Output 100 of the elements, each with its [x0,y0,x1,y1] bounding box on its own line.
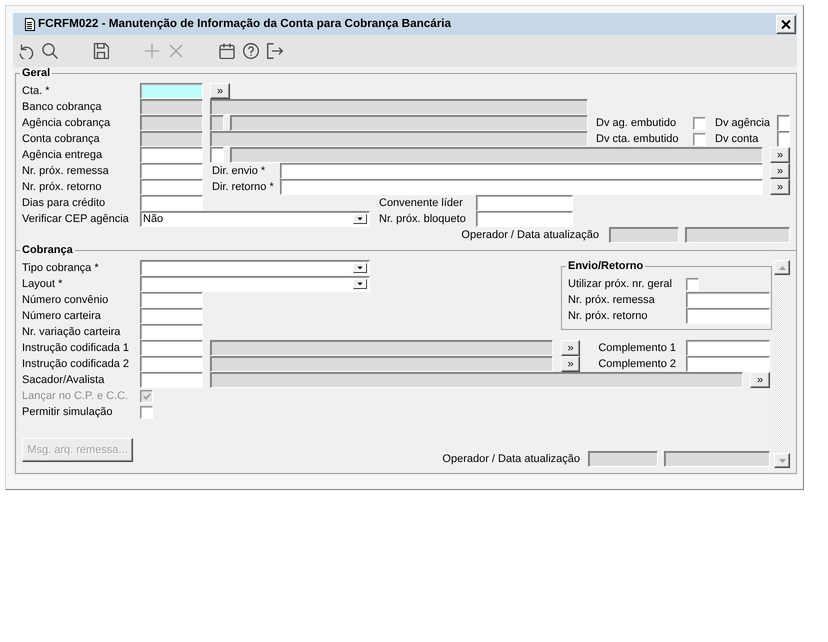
text-field[interactable] [210,356,553,372]
text-field[interactable] [230,115,588,131]
scrollbar[interactable] [773,252,791,473]
dropdown[interactable]: Não [140,211,370,227]
dropdown[interactable] [140,260,370,276]
field-label: Dv conta [715,132,760,147]
field-label: Operador / Data atualização [442,452,581,467]
text-field[interactable] [777,115,790,131]
text-field[interactable] [140,324,203,340]
text-field[interactable] [230,147,763,163]
field-label: Verificar CEP agência [22,212,130,227]
text-field[interactable] [140,163,203,179]
lookup-button[interactable]: » [210,83,230,99]
field-label: Dir. retorno * [211,180,275,195]
text-field[interactable] [476,195,573,211]
text-field[interactable] [210,147,224,163]
field-label: Cta. * [22,84,51,99]
text-field[interactable] [664,451,770,467]
group-title: Geral [21,67,52,80]
text-field[interactable] [140,99,203,115]
text-field[interactable] [140,356,203,372]
lookup-button[interactable]: » [770,179,790,195]
field-label: Nr. próx. retorno [568,309,648,324]
field-label: Utilizar próx. nr. geral [568,277,673,292]
search-icon[interactable] [42,43,58,59]
text-field[interactable] [210,131,588,147]
calendar-icon[interactable] [219,43,235,59]
dropdown[interactable] [140,276,370,292]
field-label: Nr. próx. retorno [22,180,102,195]
field-label: Tipo cobrança * [22,261,100,276]
field-label: Complemento 1 [598,341,676,356]
text-field[interactable] [210,115,224,131]
field-label: Dv agência [715,116,772,131]
field-label: Convenente líder [379,196,464,211]
lookup-button[interactable]: » [770,163,790,179]
text-field[interactable] [280,179,763,195]
close-icon [781,20,791,28]
text-field[interactable] [140,131,203,147]
text-field[interactable] [140,372,203,388]
group-title: Cobrança [21,244,74,257]
checkbox[interactable] [686,278,699,290]
text-field[interactable] [476,211,573,227]
lookup-button[interactable]: » [770,147,790,163]
text-field[interactable] [210,340,553,356]
text-field[interactable] [686,340,770,356]
text-field[interactable] [210,372,743,388]
field-label: Agência cobrança [22,116,112,131]
field-label: Conta cobrança [22,132,101,147]
help-icon[interactable] [243,43,259,59]
undo-icon[interactable] [18,43,34,59]
caret-icon [353,279,367,289]
text-field[interactable] [140,308,203,324]
field-label: Nr. próx. bloqueto [379,212,467,227]
text-field[interactable] [588,451,658,467]
field-label: Agência entrega [22,148,104,163]
document-icon [25,18,35,30]
field-label: Número convênio [22,293,110,308]
checkbox[interactable] [140,406,153,418]
text-field[interactable] [140,83,203,99]
field-label: Banco cobrança [22,100,102,115]
checkbox[interactable] [693,116,706,130]
text-field[interactable] [210,99,588,115]
text-field[interactable] [140,179,203,195]
field-label: Número carteira [22,309,102,324]
field-label: Lançar no C.P. e C.C. [22,389,130,404]
text-field[interactable] [686,308,770,324]
caret-icon [353,263,367,273]
text-field[interactable] [777,131,790,147]
text-field[interactable] [686,292,770,308]
text-field[interactable] [140,195,203,211]
group-title: Envio/Retorno [567,260,644,273]
field-label: Dir. envio * [211,164,266,179]
field-label: Operador / Data atualização [461,228,600,243]
field-label: Layout * [22,277,64,292]
text-field[interactable] [140,147,203,163]
field-label: Instrução codificada 1 [22,341,130,356]
text-field[interactable] [140,115,203,131]
lookup-button[interactable]: » [750,372,770,388]
lookup-button[interactable]: » [561,340,580,356]
field-label: Dv ag. embutido [596,116,678,131]
scroll-down-button[interactable] [774,453,790,468]
save-icon[interactable] [93,43,109,59]
text-field[interactable] [140,340,203,356]
triangle-down-icon [778,458,786,462]
field-label: Dv cta. embutido [596,132,680,147]
text-field[interactable] [140,292,203,308]
field-label: Complemento 2 [598,357,676,372]
scroll-up-button[interactable] [774,260,790,275]
field-label: Dias para crédito [22,196,106,211]
field-label: Nr. próx. remessa [22,164,110,179]
logout-icon[interactable] [267,43,283,59]
text-field[interactable] [609,227,679,243]
field-label: Instrução codificada 2 [22,357,130,372]
text-field[interactable] [686,356,770,372]
window-title: FCRFM022 - Manutenção de Informação da Conta para Cobrança Bancária [38,17,452,31]
close-button[interactable] [776,14,796,34]
lookup-button[interactable]: » [561,356,580,372]
text-field[interactable] [280,163,763,179]
checkbox[interactable] [693,132,706,146]
text-field[interactable] [685,227,790,243]
